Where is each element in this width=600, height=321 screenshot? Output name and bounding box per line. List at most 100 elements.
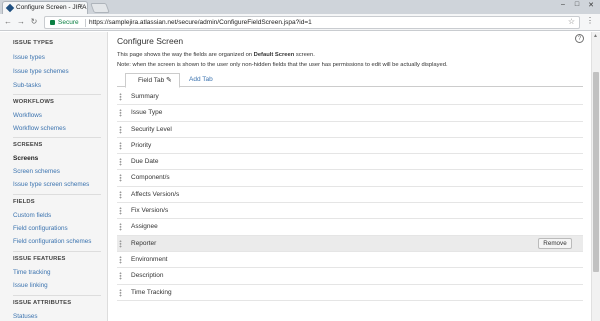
remove-button[interactable]: Remove [538,237,572,249]
field-row-highlighted[interactable]: Reporter Remove [117,235,583,252]
drag-handle-icon[interactable] [119,141,122,150]
scroll-up-icon[interactable]: ▲ [593,33,598,39]
field-label: Fix Version/s [131,207,169,215]
page-scrollbar[interactable]: ▲ [591,32,600,321]
sidebar-heading-screens: SCREENS [13,142,43,148]
drag-handle-icon[interactable] [119,158,122,167]
sidebar-item-custom-fields[interactable]: Custom fields [13,212,51,219]
field-label: Due Date [131,158,159,166]
tab-title: Configure Screen - JIRA [16,4,87,11]
sidebar-item-screen-schemes[interactable]: Screen schemes [13,168,60,175]
tab-field-tab-label: Field Tab [138,77,165,84]
sidebar-item-issue-linking[interactable]: Issue linking [13,282,48,289]
field-label: Summary [131,93,159,100]
secure-label: Secure [58,19,79,26]
browser-tab-strip: Configure Screen - JIRA × – □ ✕ [0,0,600,14]
field-row[interactable]: Due Date [117,154,583,171]
field-label: Time Tracking [131,288,172,296]
field-label: Security Level [131,125,172,133]
url-separator [85,19,86,27]
sidebar-item-issue-types[interactable]: Issue types [13,54,45,61]
sidebar-item-statuses[interactable]: Statuses [13,313,38,320]
field-label: Priority [131,141,152,149]
maximize-icon[interactable]: □ [571,1,583,8]
url-text[interactable]: https://samplejira.atlassian.net/secure/… [89,19,312,26]
admin-sidebar: ISSUE TYPES Issue types Issue type schem… [0,32,108,321]
tab-close-icon[interactable]: × [79,3,83,10]
field-row[interactable]: Assignee [117,219,583,236]
field-row[interactable]: Summary [117,89,583,106]
description-suffix: screen. [294,52,315,58]
field-row[interactable]: Component/s [117,170,583,187]
field-list: Summary Issue Type Security Level Priori… [117,89,583,301]
drag-handle-icon[interactable] [119,207,122,216]
sidebar-divider [13,251,101,252]
sidebar-divider [13,295,101,296]
field-label: Assignee [131,223,158,231]
drag-handle-icon[interactable] [119,239,122,248]
sidebar-heading-issue-features: ISSUE FEATURES [13,256,66,262]
sidebar-divider [13,137,101,138]
drag-handle-icon[interactable] [119,255,122,264]
address-bar[interactable]: Secure https://samplejira.atlassian.net/… [44,16,580,29]
field-row[interactable]: Time Tracking [117,284,583,301]
drag-handle-icon[interactable] [119,288,122,297]
field-row[interactable]: Environment [117,251,583,269]
page-note: Note: when the screen is shown to the us… [117,62,448,68]
field-row[interactable]: Affects Version/s [117,186,583,204]
tab-field-tab[interactable]: Field Tab ✎ [125,73,180,88]
back-icon[interactable]: ← [3,17,13,26]
field-label: Description [131,272,164,280]
drag-handle-icon[interactable] [119,174,122,183]
drag-handle-icon[interactable] [119,109,122,118]
close-window-icon[interactable]: ✕ [585,1,597,9]
browser-toolbar: ← → ↻ Secure https://samplejira.atlassia… [0,14,600,31]
forward-icon[interactable]: → [16,17,26,26]
sidebar-item-time-tracking[interactable]: Time tracking [13,269,51,276]
page-description: This page shows the way the fields are o… [117,52,315,58]
scroll-thumb[interactable] [593,72,599,272]
sidebar-item-issue-type-schemes[interactable]: Issue type schemes [13,68,69,75]
lock-icon [50,20,55,25]
browser-menu-icon[interactable]: ⋮ [586,16,594,25]
page-title: Configure Screen [117,36,184,46]
reload-icon[interactable]: ↻ [29,17,39,26]
drag-handle-icon[interactable] [119,125,122,134]
sidebar-item-screens[interactable]: Screens [13,155,38,162]
add-tab-link[interactable]: Add Tab [189,76,213,83]
sidebar-item-issue-type-screen-schemes[interactable]: Issue type screen schemes [13,181,89,188]
field-label: Issue Type [131,109,163,117]
field-row[interactable]: Fix Version/s [117,203,583,220]
field-row[interactable]: Issue Type [117,105,583,122]
screen-tabs: Field Tab ✎ Add Tab [117,72,583,88]
sidebar-item-field-configuration-schemes[interactable]: Field configuration schemes [13,238,91,245]
sidebar-heading-fields: FIELDS [13,199,35,205]
bookmark-star-icon[interactable]: ☆ [568,17,575,26]
field-row[interactable]: Description [117,268,583,285]
sidebar-item-field-configurations[interactable]: Field configurations [13,225,68,232]
drag-handle-icon[interactable] [119,272,122,281]
sidebar-item-workflows[interactable]: Workflows [13,112,42,119]
field-row[interactable]: Security Level [117,121,583,138]
minimize-icon[interactable]: – [557,1,569,8]
sidebar-item-sub-tasks[interactable]: Sub-tasks [13,82,41,89]
new-tab-button[interactable] [90,3,110,13]
help-icon[interactable]: ? [575,34,584,43]
field-label: Affects Version/s [131,190,180,198]
drag-handle-icon[interactable] [119,223,122,232]
sidebar-heading-issue-types: ISSUE TYPES [13,40,54,46]
sidebar-item-workflow-schemes[interactable]: Workflow schemes [13,125,66,132]
sidebar-divider [13,194,101,195]
main-content: Configure Screen ? This page shows the w… [109,32,591,321]
field-label: Environment [131,255,168,263]
pencil-icon[interactable]: ✎ [166,76,172,84]
sidebar-heading-issue-attributes: ISSUE ATTRIBUTES [13,300,72,306]
field-row[interactable]: Priority [117,137,583,155]
browser-tab[interactable]: Configure Screen - JIRA × [2,1,88,14]
field-label: Component/s [131,174,170,182]
sidebar-divider [13,94,101,95]
jira-favicon-icon [5,3,15,13]
description-text: This page shows the way the fields are o… [117,52,254,58]
drag-handle-icon[interactable] [119,190,122,199]
drag-handle-icon[interactable] [119,93,122,101]
